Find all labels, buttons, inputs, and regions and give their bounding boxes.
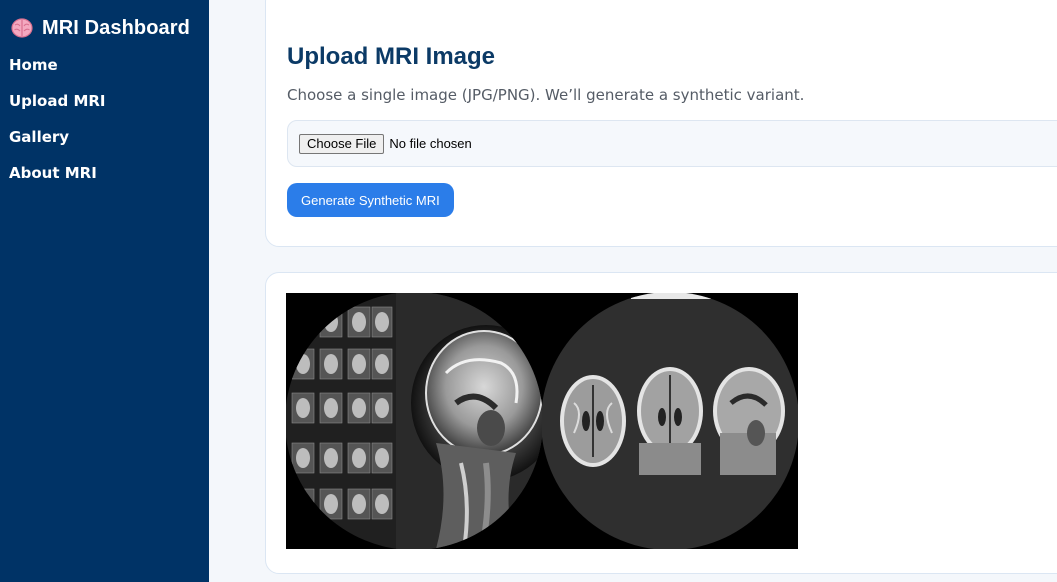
result-card bbox=[265, 272, 1057, 574]
sidebar-item-gallery[interactable]: Gallery bbox=[0, 119, 209, 155]
sidebar: MRI Dashboard Home Upload MRI Gallery Ab… bbox=[0, 0, 209, 582]
generate-synthetic-mri-button[interactable]: Generate Synthetic MRI bbox=[287, 183, 454, 217]
brand[interactable]: MRI Dashboard bbox=[0, 0, 209, 45]
upload-description: Choose a single image (JPG/PNG). We’ll g… bbox=[287, 86, 805, 104]
sidebar-nav: Home Upload MRI Gallery About MRI bbox=[0, 47, 209, 191]
choose-file-button[interactable]: Choose File bbox=[299, 133, 385, 154]
brain-icon bbox=[11, 17, 33, 39]
file-input[interactable]: Choose File No file chosen bbox=[287, 120, 1057, 167]
file-status: No file chosen bbox=[389, 136, 472, 151]
sidebar-item-upload-mri[interactable]: Upload MRI bbox=[0, 83, 209, 119]
mri-image bbox=[286, 293, 798, 549]
upload-card: Upload MRI Image Choose a single image (… bbox=[265, 0, 1057, 247]
app-title: MRI Dashboard bbox=[42, 16, 190, 39]
sidebar-item-about-mri[interactable]: About MRI bbox=[0, 155, 209, 191]
upload-title: Upload MRI Image bbox=[287, 43, 496, 70]
sidebar-item-home[interactable]: Home bbox=[0, 47, 209, 83]
